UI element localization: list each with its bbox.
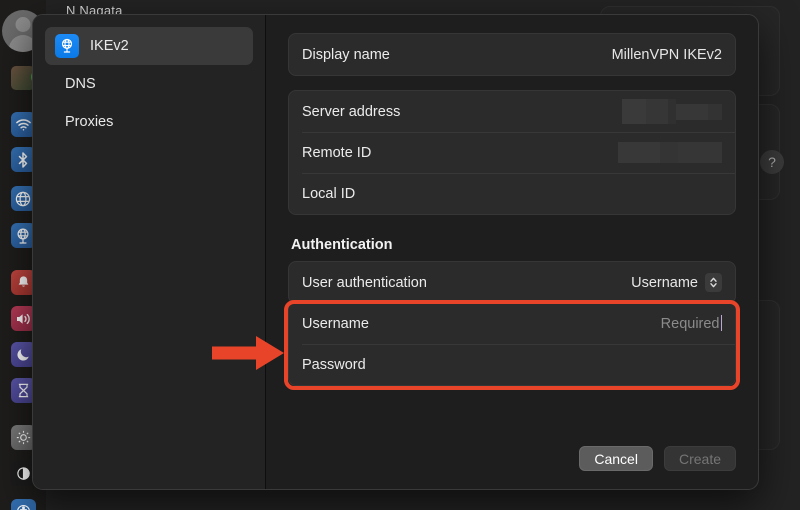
username-label: Username (302, 315, 369, 332)
sheet-footer: Cancel Create (288, 446, 736, 489)
authentication-section-title: Authentication (291, 237, 393, 253)
server-group: Server address Remote ID Local ID (288, 90, 736, 215)
sheet-sidebar: IKEv2 DNS Proxies (33, 15, 266, 489)
username-input[interactable]: Required (660, 314, 722, 333)
create-button[interactable]: Create (663, 446, 736, 471)
authentication-group: User authentication Username (288, 261, 736, 304)
display-name-value[interactable]: MillenVPN IKEv2 (612, 47, 722, 63)
row-remote-id[interactable]: Remote ID (289, 132, 735, 173)
sidebar-item-label-dns: DNS (65, 76, 96, 92)
remote-id-label: Remote ID (302, 144, 372, 161)
cancel-button[interactable]: Cancel (579, 446, 653, 471)
credentials-group: Username Required Password (288, 303, 736, 386)
accessibility-icon[interactable] (6, 495, 40, 510)
local-id-label: Local ID (302, 185, 356, 202)
sidebar-item-label-proxies: Proxies (65, 114, 114, 130)
chevron-up-down-icon (705, 273, 722, 292)
password-label: Password (302, 356, 366, 373)
display-name-label: Display name (302, 46, 390, 63)
sidebar-item-ikev2[interactable]: IKEv2 (45, 27, 253, 65)
row-display-name[interactable]: Display name MillenVPN IKEv2 (289, 34, 735, 75)
user-authentication-select[interactable]: Username (631, 273, 722, 292)
row-user-authentication[interactable]: User authentication Username (289, 262, 735, 303)
user-authentication-label: User authentication (302, 274, 427, 291)
sheet-main-panel: Display name MillenVPN IKEv2 Server addr… (266, 15, 758, 489)
sidebar-item-dns[interactable]: DNS (45, 65, 253, 103)
username-placeholder: Required (660, 315, 720, 332)
row-server-address[interactable]: Server address (289, 91, 735, 132)
vpn-globe-icon (55, 34, 79, 58)
user-authentication-value: Username (631, 274, 698, 291)
sidebar-item-proxies[interactable]: Proxies (45, 103, 253, 141)
server-address-value-redacted[interactable] (622, 99, 722, 124)
remote-id-value-redacted[interactable] (618, 142, 722, 163)
display-name-group: Display name MillenVPN IKEv2 (288, 33, 736, 76)
help-button[interactable]: ? (760, 150, 784, 174)
row-local-id[interactable]: Local ID (289, 173, 735, 214)
row-password[interactable]: Password (289, 344, 735, 385)
server-address-label: Server address (302, 103, 401, 120)
vpn-configuration-sheet: IKEv2 DNS Proxies Display name MillenVPN… (32, 14, 759, 490)
text-cursor (720, 314, 722, 331)
row-username[interactable]: Username Required (289, 303, 735, 344)
screen: ? N Nagata IKEv2 DNS Proxies Display nam… (0, 0, 800, 510)
sidebar-item-label-ikev2: IKEv2 (90, 38, 129, 54)
annotation-arrow (212, 336, 284, 370)
